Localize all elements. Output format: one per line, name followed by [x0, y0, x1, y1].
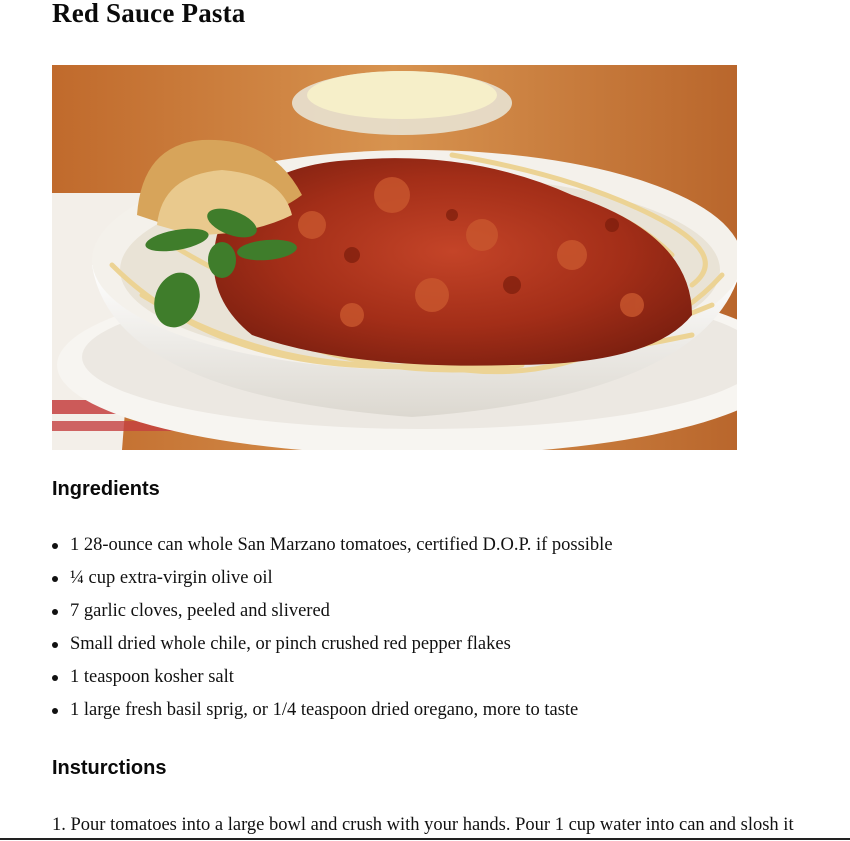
ingredient-text: 1 large fresh basil sprig, or 1/4 teaspo… [70, 700, 579, 720]
bullet-icon [52, 675, 58, 681]
instructions-heading: Insturctions [52, 757, 167, 779]
page-divider [0, 838, 850, 840]
list-item: ¼ cup extra-virgin olive oil [52, 563, 812, 596]
list-item: 1 teaspoon kosher salt [52, 662, 812, 695]
bullet-icon [52, 576, 58, 582]
list-item: 1 large fresh basil sprig, or 1/4 teaspo… [52, 695, 812, 728]
ingredient-text: 1 teaspoon kosher salt [70, 667, 234, 687]
ingredient-text: 1 28-ounce can whole San Marzano tomatoe… [70, 535, 613, 555]
ingredients-heading: Ingredients [52, 478, 160, 500]
ingredient-text: ¼ cup extra-virgin olive oil [70, 568, 273, 588]
bullet-icon [52, 543, 58, 549]
ingredients-list: 1 28-ounce can whole San Marzano tomatoe… [52, 530, 812, 728]
ingredient-text: Small dried whole chile, or pinch crushe… [70, 634, 511, 654]
ingredient-text: 7 garlic cloves, peeled and slivered [70, 601, 330, 621]
list-item: Small dried whole chile, or pinch crushe… [52, 629, 812, 662]
instructions-list: 1. Pour tomatoes into a large bowl and c… [52, 811, 842, 839]
recipe-photo [52, 65, 737, 450]
page-title: Red Sauce Pasta [52, 0, 246, 28]
bullet-icon [52, 642, 58, 648]
list-item: 1 28-ounce can whole San Marzano tomatoe… [52, 530, 812, 563]
instruction-step: 1. Pour tomatoes into a large bowl and c… [52, 815, 794, 835]
list-item: 7 garlic cloves, peeled and slivered [52, 596, 812, 629]
bullet-icon [52, 609, 58, 615]
bullet-icon [52, 708, 58, 714]
